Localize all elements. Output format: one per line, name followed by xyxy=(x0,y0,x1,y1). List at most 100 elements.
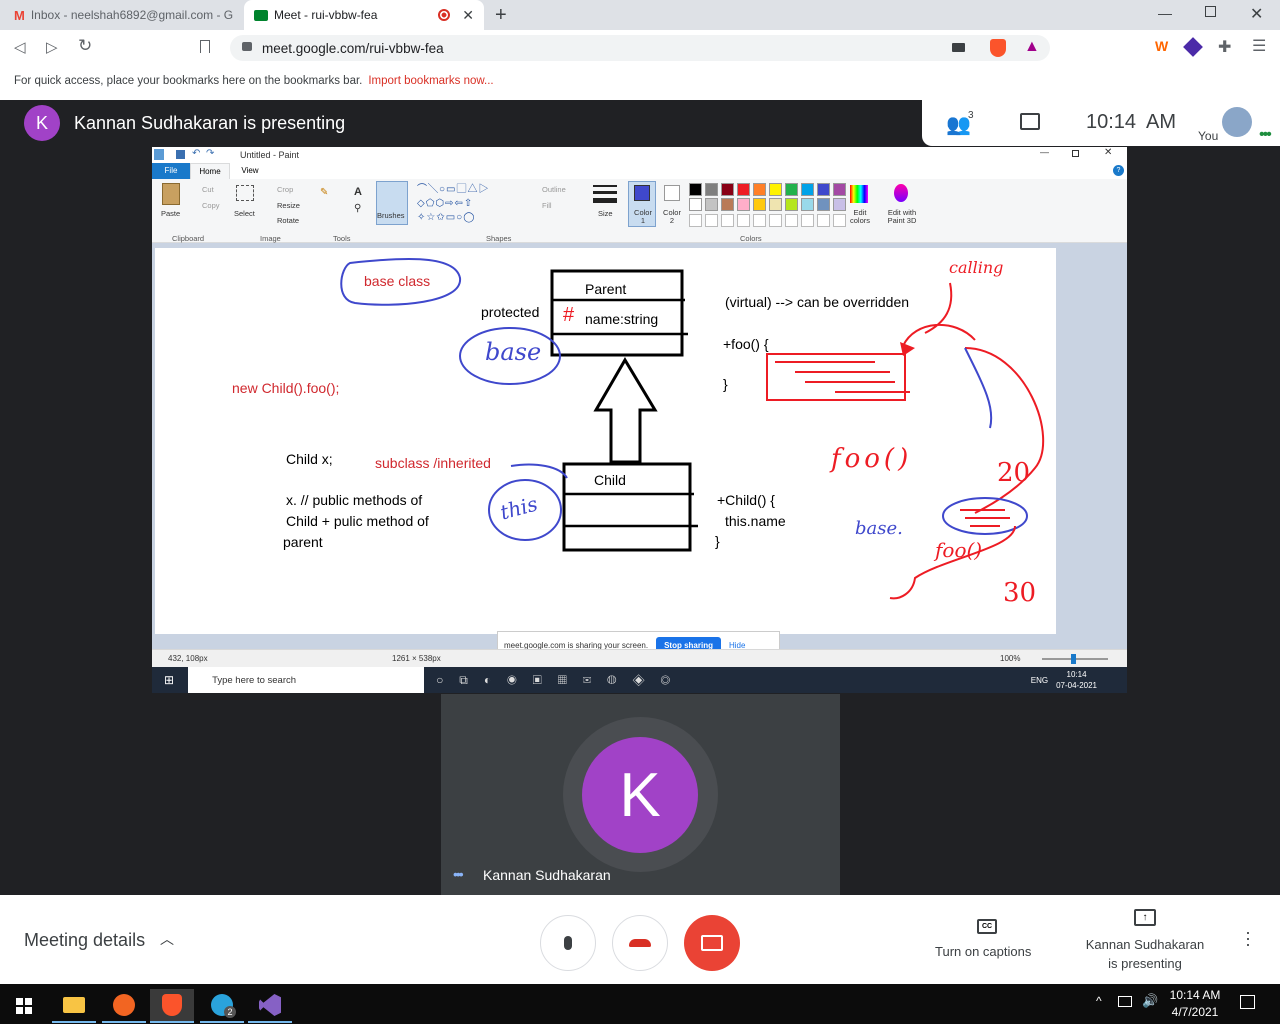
palette-swatch[interactable] xyxy=(753,183,766,196)
new-tab-icon[interactable]: + xyxy=(495,4,507,27)
forward-icon[interactable]: ▷ xyxy=(46,38,58,56)
color2-label[interactable]: Color 2 xyxy=(661,209,683,225)
color-palette[interactable] xyxy=(689,183,849,227)
tray-chevron-icon[interactable]: ^ xyxy=(1096,994,1102,1008)
palette-swatch-empty[interactable] xyxy=(705,213,718,227)
app-orange-button[interactable] xyxy=(102,989,146,1023)
palette-swatch[interactable] xyxy=(769,183,782,196)
camera-icon[interactable] xyxy=(952,43,965,52)
palette-swatch[interactable] xyxy=(769,198,782,212)
select-label[interactable]: Select xyxy=(234,209,255,218)
fill-button[interactable]: Fill xyxy=(542,201,552,210)
zoom-thumb[interactable] xyxy=(1071,654,1076,664)
palette-swatch[interactable] xyxy=(737,183,750,196)
palette-swatch-empty[interactable] xyxy=(721,213,734,227)
crop-button[interactable]: Crop xyxy=(277,185,293,194)
palette-swatch-empty[interactable] xyxy=(801,213,814,227)
address-bar[interactable]: meet.google.com/rui-vbbw-fea ▲ xyxy=(230,35,1050,61)
palette-swatch[interactable] xyxy=(785,198,798,212)
palette-swatch[interactable] xyxy=(689,198,702,212)
visual-studio-button[interactable] xyxy=(248,989,292,1023)
mic-button[interactable] xyxy=(540,915,596,971)
palette-swatch[interactable] xyxy=(737,198,750,212)
close-window-icon[interactable]: ✕ xyxy=(1250,4,1263,24)
import-bookmarks-link[interactable]: Import bookmarks now... xyxy=(368,75,493,87)
leave-call-button[interactable] xyxy=(612,915,668,971)
telegram-button[interactable]: 2 xyxy=(200,989,244,1023)
resize-button[interactable]: Resize xyxy=(277,201,300,210)
present-icon[interactable]: ↑ xyxy=(1134,909,1156,926)
palette-swatch[interactable] xyxy=(785,183,798,196)
color2-swatch[interactable] xyxy=(664,185,680,201)
paint-close-icon[interactable]: ✕ xyxy=(1104,147,1112,158)
outline-button[interactable]: Outline xyxy=(542,185,566,194)
palette-swatch[interactable] xyxy=(689,183,702,196)
meeting-details-button[interactable]: Meeting details xyxy=(24,930,145,951)
file-explorer-button[interactable] xyxy=(52,989,96,1023)
back-icon[interactable]: ◁ xyxy=(14,38,26,56)
extensions-puzzle-icon[interactable]: ✚ xyxy=(1218,37,1231,57)
presenting-label[interactable]: Kannan Sudhakaran is presenting xyxy=(1080,935,1210,973)
edit-colors-label[interactable]: Edit colors xyxy=(848,209,872,225)
palette-swatch-empty[interactable] xyxy=(689,213,702,227)
network-icon[interactable] xyxy=(1118,996,1132,1007)
more-options-icon[interactable]: · · · xyxy=(1245,923,1251,953)
palette-swatch[interactable] xyxy=(801,183,814,196)
palette-swatch-empty[interactable] xyxy=(737,213,750,227)
undo-icon[interactable]: ↶ xyxy=(192,148,200,159)
notifications-icon[interactable] xyxy=(1240,995,1255,1009)
reload-icon[interactable]: ↻ xyxy=(78,36,92,56)
paste-icon[interactable] xyxy=(162,183,180,205)
palette-swatch[interactable] xyxy=(817,183,830,196)
tab-gmail[interactable]: M Inbox - neelshah6892@gmail.com - G xyxy=(4,0,244,30)
palette-swatch[interactable] xyxy=(833,198,846,212)
palette-swatch-empty[interactable] xyxy=(833,213,846,227)
chat-icon[interactable] xyxy=(1020,113,1040,130)
chevron-up-icon[interactable]: ︿ xyxy=(160,929,174,949)
tab-meet[interactable]: Meet - rui-vbbw-fea ✕ xyxy=(244,0,484,30)
palette-swatch[interactable] xyxy=(705,183,718,196)
magnifier-icon[interactable]: ⚲ xyxy=(354,203,361,214)
pencil-icon[interactable]: ✎ xyxy=(320,187,328,198)
taskbar-time[interactable]: 10:14 AM xyxy=(1168,988,1222,1002)
captions-icon[interactable]: CC xyxy=(977,919,997,934)
close-tab-icon[interactable]: ✕ xyxy=(462,7,474,24)
taskbar-date[interactable]: 4/7/2021 xyxy=(1168,1005,1222,1019)
palette-swatch[interactable] xyxy=(721,198,734,212)
paint-tab-view[interactable]: View xyxy=(230,163,270,179)
volume-icon[interactable]: 🔊 xyxy=(1142,993,1158,1009)
save-icon[interactable] xyxy=(176,150,185,159)
drawing-canvas[interactable]: base class Parent protected # name:strin… xyxy=(155,248,1056,634)
brave-rewards-icon[interactable]: ▲ xyxy=(1024,38,1040,56)
paint3d-icon[interactable] xyxy=(894,184,908,202)
palette-swatch-empty[interactable] xyxy=(769,213,782,227)
restore-icon[interactable] xyxy=(1205,6,1216,17)
palette-swatch-empty[interactable] xyxy=(817,213,830,227)
palette-swatch[interactable] xyxy=(721,183,734,196)
brushes-label[interactable]: Brushes xyxy=(377,211,405,220)
palette-swatch[interactable] xyxy=(753,198,766,212)
tile-more-icon[interactable]: ••• xyxy=(453,866,464,882)
brave-button[interactable] xyxy=(150,989,194,1023)
text-tool-icon[interactable]: A xyxy=(354,186,362,198)
menu-icon[interactable]: ☰ xyxy=(1252,36,1266,56)
bookmark-icon[interactable] xyxy=(200,40,210,53)
palette-swatch[interactable] xyxy=(833,183,846,196)
minimize-icon[interactable]: — xyxy=(1158,5,1172,21)
paint3d-label[interactable]: Edit with Paint 3D xyxy=(882,209,922,225)
palette-swatch-empty[interactable] xyxy=(753,213,766,227)
paste-label[interactable]: Paste xyxy=(161,209,180,218)
paint-tab-home[interactable]: Home xyxy=(190,163,230,179)
cut-button[interactable]: Cut xyxy=(202,185,214,194)
palette-swatch[interactable] xyxy=(817,198,830,212)
extension-w-icon[interactable]: W xyxy=(1155,38,1168,54)
palette-swatch[interactable] xyxy=(801,198,814,212)
paint-restore-icon[interactable] xyxy=(1072,150,1079,157)
brave-shield-icon[interactable] xyxy=(990,39,1006,57)
edit-colors-icon[interactable] xyxy=(850,185,868,203)
palette-swatch[interactable] xyxy=(705,198,718,212)
redo-icon[interactable]: ↷ xyxy=(206,148,214,159)
captions-label[interactable]: Turn on captions xyxy=(935,944,1031,959)
size-label[interactable]: Size xyxy=(598,209,613,218)
shapes-gallery[interactable]: ⌒╲○▭▢△▷ ◇⬠⬡⇨⇦⇧ ✧☆✩▭○◯ xyxy=(417,183,525,227)
